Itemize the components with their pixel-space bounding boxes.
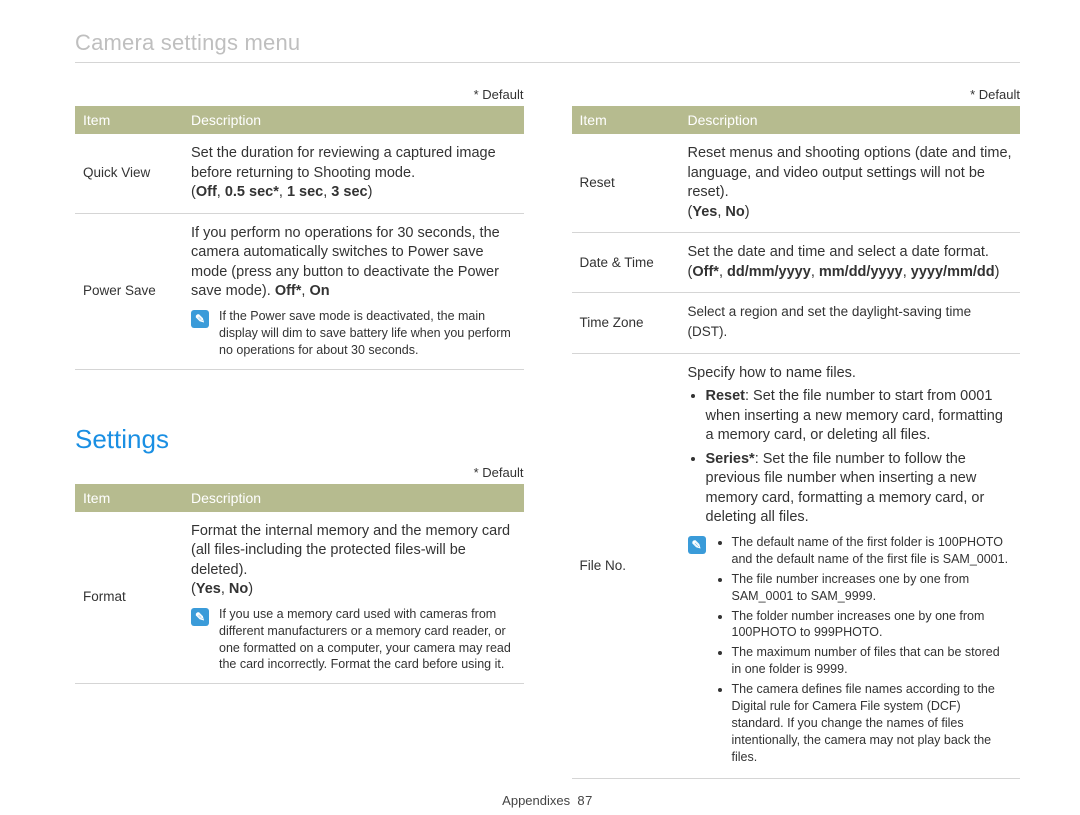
list-item: The camera defines file names according … <box>732 681 1013 765</box>
th-item: Item <box>75 484 183 512</box>
desc-text: Format the internal memory and the memor… <box>191 523 510 578</box>
note-text: If you use a memory card used with camer… <box>219 606 516 674</box>
desc-text: Set the duration for reviewing a capture… <box>191 145 496 181</box>
page-number: 87 <box>577 793 592 808</box>
th-description: Description <box>183 484 524 512</box>
desc-text: Reset menus and shooting options (date a… <box>688 145 1012 200</box>
table-row: Quick View Set the duration for reviewin… <box>75 134 524 213</box>
note-block: ✎ The default name of the first folder i… <box>688 534 1013 768</box>
desc-text: Set the date and time and select a date … <box>688 244 989 260</box>
note-icon: ✎ <box>191 608 209 626</box>
list-item: The folder number increases one by one f… <box>732 608 1013 642</box>
table-row: Time Zone Select a region and set the da… <box>572 293 1021 353</box>
options-list: (Yes, No) <box>688 204 750 220</box>
settings-table-1: Item Description Quick View Set the dura… <box>75 106 524 370</box>
desc-text: Specify how to name files. <box>688 365 856 381</box>
note-icon: ✎ <box>688 536 706 554</box>
description-cell: Specify how to name files. Reset: Set th… <box>680 353 1021 779</box>
description-cell: Set the duration for reviewing a capture… <box>183 134 524 213</box>
th-item: Item <box>572 106 680 134</box>
default-note: * Default <box>572 87 1021 102</box>
item-cell: Date & Time <box>572 233 680 293</box>
page-title: Camera settings menu <box>75 30 1020 63</box>
right-column: * Default Item Description Reset Reset m… <box>572 87 1021 779</box>
item-cell: Time Zone <box>572 293 680 353</box>
options-list: (Off*, dd/mm/yyyy, mm/dd/yyyy, yyyy/mm/d… <box>688 264 1000 280</box>
list-item: Series*: Set the file number to follow t… <box>706 450 1013 528</box>
desc-text: If you perform no operations for 30 seco… <box>191 225 500 300</box>
th-item: Item <box>75 106 183 134</box>
note-icon: ✎ <box>191 310 209 328</box>
options-list: (Yes, No) <box>191 581 253 597</box>
table-row: Format Format the internal memory and th… <box>75 512 524 684</box>
table-row: Date & Time Set the date and time and se… <box>572 233 1021 293</box>
item-cell: Reset <box>572 134 680 233</box>
description-cell: Format the internal memory and the memor… <box>183 512 524 684</box>
description-cell: Select a region and set the daylight-sav… <box>680 293 1021 353</box>
note-list: The default name of the first folder is … <box>716 534 1013 768</box>
left-column: * Default Item Description Quick View Se… <box>75 87 524 779</box>
list-item: Reset: Set the file number to start from… <box>706 387 1013 446</box>
desc-text: Select a region and set the daylight-sav… <box>688 304 972 339</box>
table-row: Power Save If you perform no operations … <box>75 213 524 369</box>
note-block: ✎ If the Power save mode is deactivated,… <box>191 308 516 359</box>
th-description: Description <box>680 106 1021 134</box>
list-item: The file number increases one by one fro… <box>732 571 1013 605</box>
note-block: ✎ If you use a memory card used with cam… <box>191 606 516 674</box>
description-cell: If you perform no operations for 30 seco… <box>183 213 524 369</box>
item-cell: File No. <box>572 353 680 779</box>
default-note: * Default <box>75 465 524 480</box>
th-description: Description <box>183 106 524 134</box>
section-heading-settings: Settings <box>75 424 524 455</box>
settings-table-2: Item Description Format Format the inter… <box>75 484 524 685</box>
manual-page: Camera settings menu * Default Item Desc… <box>0 0 1080 808</box>
item-cell: Quick View <box>75 134 183 213</box>
table-row: File No. Specify how to name files. Rese… <box>572 353 1021 779</box>
settings-table-3: Item Description Reset Reset menus and s… <box>572 106 1021 779</box>
list-item: The maximum number of files that can be … <box>732 644 1013 678</box>
list-item: The default name of the first folder is … <box>732 534 1013 568</box>
description-cell: Set the date and time and select a date … <box>680 233 1021 293</box>
table-row: Reset Reset menus and shooting options (… <box>572 134 1021 233</box>
footer-label: Appendixes <box>502 793 570 808</box>
item-cell: Format <box>75 512 183 684</box>
two-column-layout: * Default Item Description Quick View Se… <box>75 87 1020 779</box>
default-note: * Default <box>75 87 524 102</box>
file-no-bullets: Reset: Set the file number to start from… <box>688 387 1013 528</box>
note-text: If the Power save mode is deactivated, t… <box>219 308 516 359</box>
page-footer: Appendixes 87 <box>75 793 1020 808</box>
item-cell: Power Save <box>75 213 183 369</box>
options-list: (Off, 0.5 sec*, 1 sec, 3 sec) <box>191 184 372 200</box>
description-cell: Reset menus and shooting options (date a… <box>680 134 1021 233</box>
